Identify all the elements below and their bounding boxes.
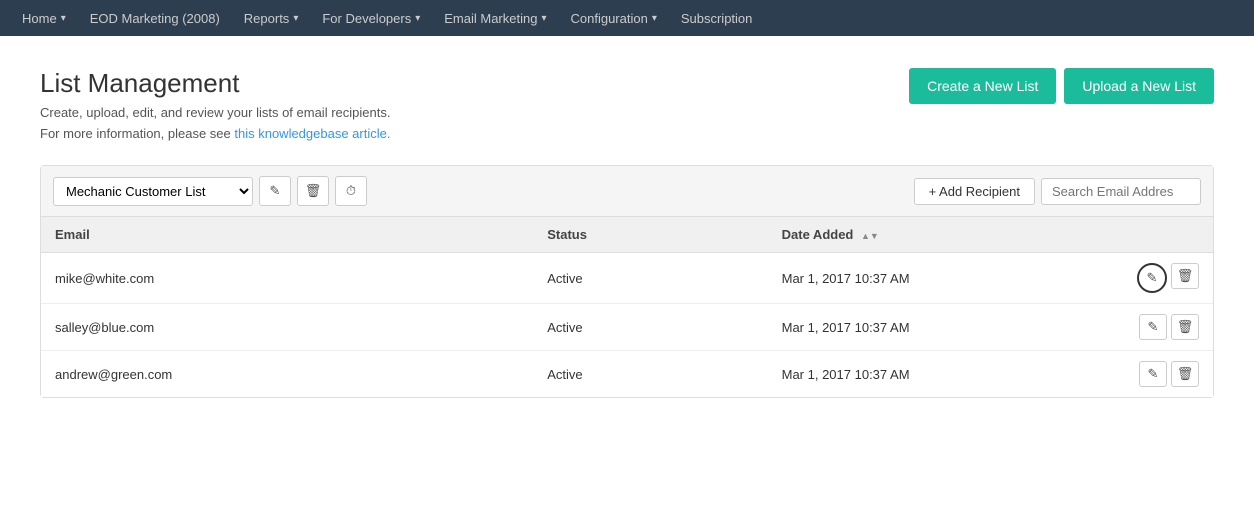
clock-icon: ⏱: [346, 183, 356, 199]
create-new-list-button[interactable]: Create a New List: [909, 68, 1056, 104]
trash-icon: 🗑: [1177, 268, 1194, 284]
trash-icon: 🗑: [1177, 366, 1194, 382]
edit-recipient-button[interactable]: ✎: [1139, 361, 1167, 387]
delete-recipient-button[interactable]: 🗑: [1171, 263, 1199, 289]
col-header-date-added[interactable]: Date Added ▲▼: [768, 217, 1120, 253]
page-title: List Management: [40, 68, 390, 99]
col-header-actions: [1119, 217, 1213, 253]
cell-date-added: Mar 1, 2017 10:37 AM: [768, 253, 1120, 304]
page-info: For more information, please see this kn…: [40, 126, 390, 141]
nav-item-home[interactable]: Home ▾: [12, 7, 76, 30]
pencil-icon: ✎: [1148, 366, 1159, 382]
trash-icon: 🗑: [305, 183, 322, 199]
table-toolbar: Mechanic Customer List ✎ 🗑 ⏱ + Add Recip…: [41, 166, 1213, 217]
cell-email: salley@blue.com: [41, 304, 533, 351]
trash-icon: 🗑: [1177, 319, 1194, 335]
table-row: mike@white.com Active Mar 1, 2017 10:37 …: [41, 253, 1213, 304]
cell-actions: ✎ 🗑: [1119, 304, 1213, 351]
table-row: salley@blue.com Active Mar 1, 2017 10:37…: [41, 304, 1213, 351]
cell-date-added: Mar 1, 2017 10:37 AM: [768, 351, 1120, 398]
cell-status: Active: [533, 253, 767, 304]
actions-cell: ✎ 🗑: [1133, 263, 1199, 293]
chevron-down-icon: ▾: [415, 13, 420, 24]
chevron-down-icon: ▾: [293, 13, 298, 24]
pencil-icon: ✎: [1148, 319, 1159, 335]
list-select[interactable]: Mechanic Customer List: [53, 177, 253, 206]
chevron-down-icon: ▾: [652, 13, 657, 24]
nav-item-email-marketing[interactable]: Email Marketing ▾: [434, 7, 556, 30]
delete-recipient-button[interactable]: 🗑: [1171, 361, 1199, 387]
page-content: List Management Create, upload, edit, an…: [0, 36, 1254, 430]
upload-new-list-button[interactable]: Upload a New List: [1064, 68, 1214, 104]
header-buttons: Create a New List Upload a New List: [909, 68, 1214, 104]
nav-item-developers[interactable]: For Developers ▾: [312, 7, 430, 30]
nav-item-reports[interactable]: Reports ▾: [234, 7, 309, 30]
table-container: Mechanic Customer List ✎ 🗑 ⏱ + Add Recip…: [40, 165, 1214, 398]
table-header-row: Email Status Date Added ▲▼: [41, 217, 1213, 253]
pencil-icon: ✎: [1147, 270, 1158, 286]
navbar: Home ▾ EOD Marketing (2008) Reports ▾ Fo…: [0, 0, 1254, 36]
recipients-table: Email Status Date Added ▲▼ mike@white.co…: [41, 217, 1213, 397]
edit-recipient-button[interactable]: ✎: [1137, 263, 1167, 293]
cell-actions: ✎ 🗑: [1119, 351, 1213, 398]
nav-item-subscription[interactable]: Subscription: [671, 7, 763, 30]
delete-recipient-button[interactable]: 🗑: [1171, 314, 1199, 340]
cell-email: mike@white.com: [41, 253, 533, 304]
table-row: andrew@green.com Active Mar 1, 2017 10:3…: [41, 351, 1213, 398]
settings-list-button[interactable]: ⏱: [335, 176, 367, 206]
cell-status: Active: [533, 304, 767, 351]
search-input[interactable]: [1041, 178, 1201, 205]
cell-status: Active: [533, 351, 767, 398]
cell-email: andrew@green.com: [41, 351, 533, 398]
knowledgebase-link[interactable]: this knowledgebase article.: [234, 126, 390, 141]
add-recipient-button[interactable]: + Add Recipient: [914, 178, 1035, 205]
page-intro: List Management Create, upload, edit, an…: [40, 68, 390, 141]
page-header: List Management Create, upload, edit, an…: [40, 68, 1214, 141]
nav-item-configuration[interactable]: Configuration ▾: [560, 7, 666, 30]
delete-list-button[interactable]: 🗑: [297, 176, 329, 206]
edit-list-button[interactable]: ✎: [259, 176, 291, 206]
pencil-icon: ✎: [270, 183, 281, 199]
col-header-status: Status: [533, 217, 767, 253]
sort-arrows-icon: ▲▼: [861, 232, 879, 241]
edit-recipient-button[interactable]: ✎: [1139, 314, 1167, 340]
nav-item-eod[interactable]: EOD Marketing (2008): [80, 7, 230, 30]
actions-cell: ✎ 🗑: [1133, 361, 1199, 387]
actions-cell: ✎ 🗑: [1133, 314, 1199, 340]
cell-actions: ✎ 🗑: [1119, 253, 1213, 304]
chevron-down-icon: ▾: [61, 13, 66, 24]
col-header-email: Email: [41, 217, 533, 253]
cell-date-added: Mar 1, 2017 10:37 AM: [768, 304, 1120, 351]
chevron-down-icon: ▾: [541, 13, 546, 24]
page-subtitle: Create, upload, edit, and review your li…: [40, 105, 390, 120]
